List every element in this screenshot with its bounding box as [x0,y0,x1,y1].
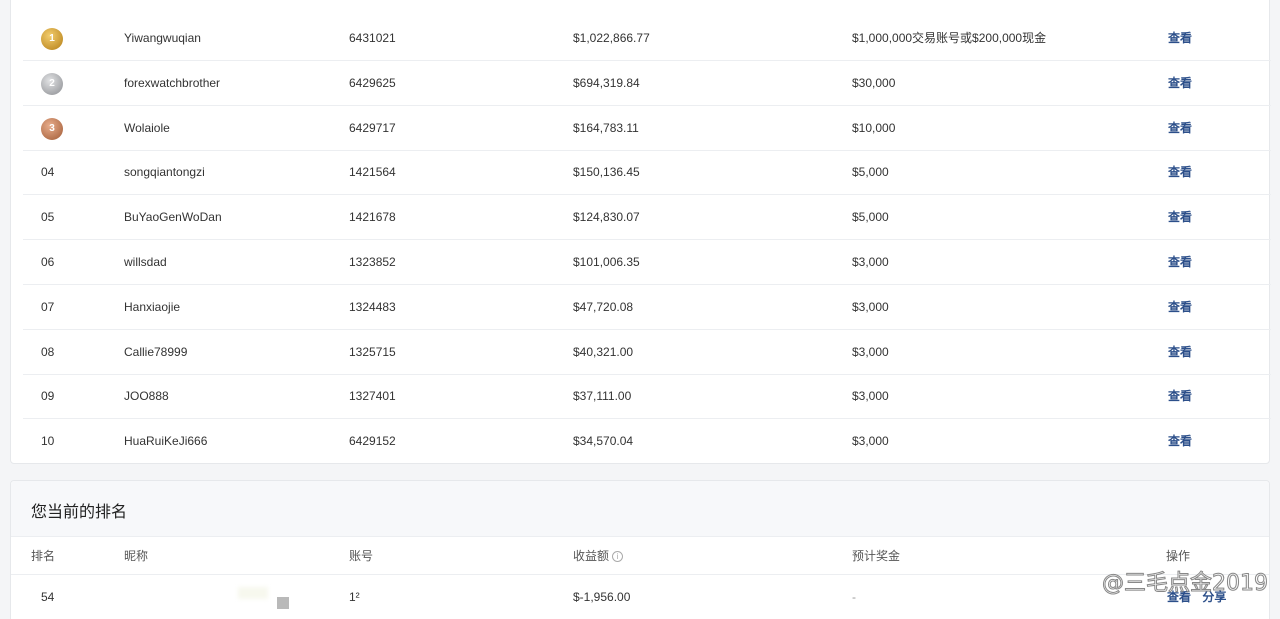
rank-cell: 08 [41,344,55,359]
table-row: 1 Yiwangwuqian 6431021 $1,022,866.77 $1,000,… [23,16,1271,61]
my-ranking-table-header: 排名 昵称 账号 收益额 i 预计奖金 操作 [11,537,1269,575]
account-cell: 6429717 [349,120,396,135]
leaderboard-card: 1 Yiwangwuqian 6431021 $1,022,866.77 $1,000,… [10,0,1271,464]
table-row: 3 Wolaiole 6429717 $164,783.11 $10,000 查看 [23,106,1271,151]
my-rank: 54 [41,590,55,604]
silver-medal-icon: 2 [41,72,63,95]
nickname-cell: HuaRuiKeJi666 [124,434,208,449]
nickname-cell: willsdad [124,255,167,269]
table-row: 05 BuYaoGenWoDan 1421678 $124,830.07 $5,000 查… [23,195,1271,241]
header-profit: 收益额 i [573,537,624,575]
view-button[interactable]: 查看 [1168,106,1192,151]
nickname-cell: Callie78999 [124,344,188,359]
bonus-cell: $3,000 [852,434,889,449]
view-button[interactable]: 查看 [1168,330,1192,375]
profit-cell: $1,022,866.77 [573,31,650,45]
nickname-cell: Hanxiaojie [124,299,181,314]
table-row: 07 Hanxiaojie 1324483 $47,720.08 $3,000 查看 [23,285,1271,330]
header-rank: 排名 [31,549,56,563]
bonus-cell: $3,000 [852,344,889,359]
header-profit-label: 收益额 [573,549,610,563]
info-icon[interactable]: i [612,551,624,563]
rank-cell: 05 [41,210,55,225]
account-cell: 1323852 [349,255,396,269]
my-bonus: - [852,590,856,604]
account-cell: 1324483 [349,299,396,314]
table-row: 04 songqiantongzi 1421564 $150,136.45 $5,000… [23,150,1271,196]
bonus-cell: $3,000 [852,299,889,314]
nickname-cell: songqiantongzi [124,165,205,180]
redacted-nickname [238,587,268,599]
profit-cell: $164,783.11 [573,120,639,135]
nickname-cell: JOO888 [124,389,169,404]
my-ranking-title: 您当前的排名 [31,504,128,521]
account-cell: 1327401 [349,389,396,404]
rank-cell: 10 [41,434,55,449]
rank-cell: 09 [41,389,55,404]
bonus-cell: $3,000 [852,255,889,269]
bonus-cell: $5,000 [852,165,889,180]
redacted-block [277,597,289,609]
profit-cell: $101,006.35 [573,255,640,269]
rank-cell: 04 [41,165,55,180]
view-button[interactable]: 查看 [1168,285,1192,330]
nickname-cell: Wolaiole [124,120,170,135]
profit-cell: $40,321.00 [573,344,634,359]
rank-cell: 07 [41,299,55,314]
view-button[interactable]: 查看 [1168,374,1192,419]
view-button[interactable]: 查看 [1168,61,1192,106]
watermark: @三毛点金2019 [1102,571,1269,597]
profit-cell: $37,111.00 [573,389,632,404]
rank-cell: 06 [41,255,55,269]
profit-cell: $47,720.08 [573,299,634,314]
nickname-cell: Yiwangwuqian [124,31,201,45]
account-cell: 1325715 [349,344,396,359]
header-account: 账号 [349,549,374,563]
table-row: 09 JOO888 1327401 $37,111.00 $3,000 查看 [23,374,1271,420]
view-button[interactable]: 查看 [1168,419,1192,464]
header-nickname: 昵称 [124,549,149,563]
my-profit: $-1,956.00 [573,590,631,604]
bronze-medal-icon: 3 [41,117,63,140]
table-row: 2 forexwatchbrother 6429625 $694,319.84 $30,… [23,61,1271,106]
nickname-cell: forexwatchbrother [124,75,221,90]
view-button[interactable]: 查看 [1168,240,1192,285]
table-row: 06 willsdad 1323852 $101,006.35 $3,000 查看 [23,240,1271,285]
account-cell: 6431021 [349,31,396,45]
my-account: 1² [349,590,360,604]
account-cell: 1421678 [349,210,396,225]
account-cell: 1421564 [349,165,396,180]
my-ranking-header: 您当前的排名 [11,481,1269,537]
my-ranking-card: 您当前的排名 排名 昵称 账号 收益额 i 预计奖金 操作 54 1² $-1,9… [10,480,1270,619]
profit-cell: $694,319.84 [573,75,640,90]
bonus-cell: $3,000 [852,389,889,404]
view-button[interactable]: 查看 [1168,195,1192,240]
header-bonus: 预计奖金 [852,549,901,563]
profit-cell: $150,136.45 [573,165,640,180]
gold-medal-icon: 1 [41,28,63,50]
my-ranking-row: 54 1² $-1,956.00 - 查看 分享 [11,575,1269,619]
bonus-cell: $10,000 [852,120,896,135]
table-row: 08 Callie78999 1325715 $40,321.00 $3,000 查看 [23,330,1271,375]
account-cell: 6429625 [349,75,396,90]
table-row: 10 HuaRuiKeJi666 6429152 $34,570.04 $3,000 查看 [23,419,1271,464]
bonus-cell: $30,000 [852,75,896,90]
account-cell: 6429152 [349,434,396,449]
view-button[interactable]: 查看 [1168,150,1192,195]
view-button[interactable]: 查看 [1168,16,1192,61]
bonus-cell: $5,000 [852,210,889,225]
nickname-cell: BuYaoGenWoDan [124,210,222,225]
profit-cell: $34,570.04 [573,434,634,449]
profit-cell: $124,830.07 [573,210,640,225]
bonus-cell: $1,000,000交易账号或$200,000现金 [852,31,1047,45]
